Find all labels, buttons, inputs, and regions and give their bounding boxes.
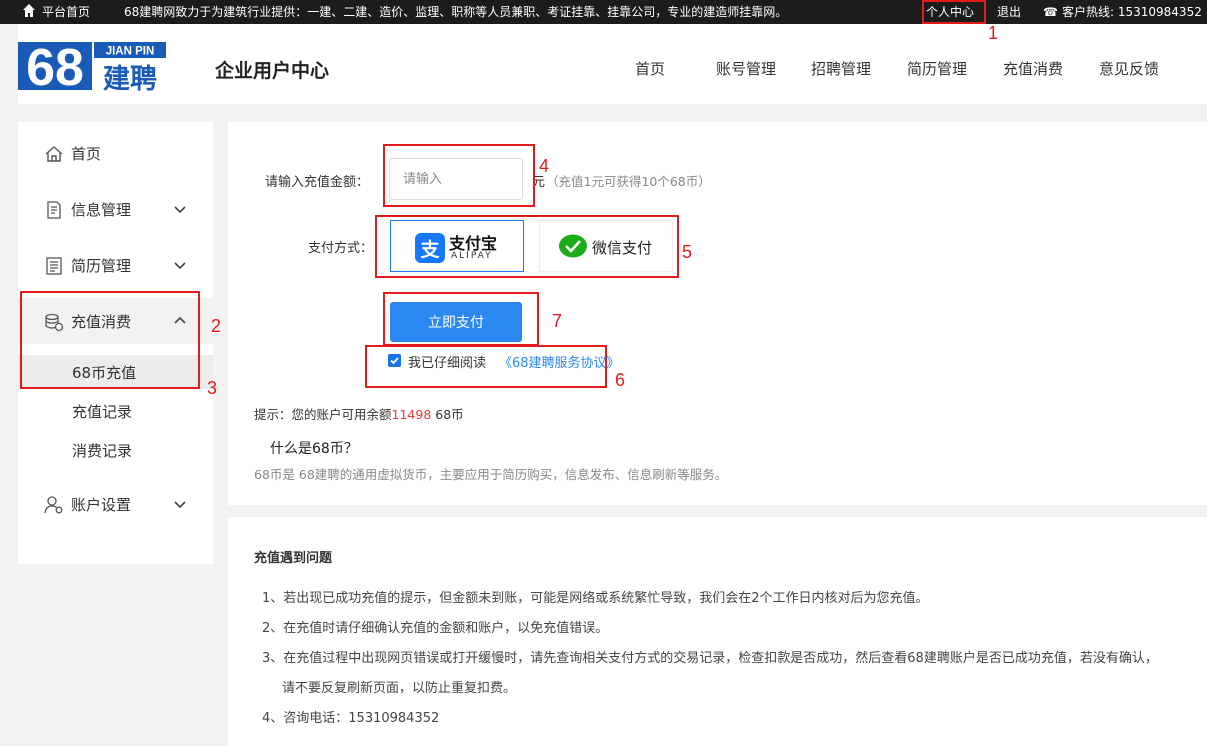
- page-title: 企业用户中心: [215, 60, 330, 82]
- annotation-number-5: 5: [682, 242, 693, 262]
- svg-text:建聘: 建聘: [103, 64, 157, 92]
- nav-resume-management[interactable]: 简历管理: [907, 58, 967, 79]
- recharge-hint: （充值1元可获得10个68币）: [546, 174, 711, 189]
- nav-account-management[interactable]: 账号管理: [716, 58, 776, 79]
- platform-home-link[interactable]: 平台首页: [42, 4, 90, 20]
- pay-now-button[interactable]: 立即支付: [390, 302, 522, 342]
- wechat-pay-label: 微信支付: [592, 239, 653, 257]
- alipay-icon: 支: [415, 233, 445, 263]
- faq-title: 充值遇到问题: [254, 551, 333, 566]
- faq-line: 3、在充值过程中出现网页错误或打开缓慢时，请先查询相关支付方式的交易记录，检查扣…: [262, 651, 1158, 666]
- nav-recruitment-management[interactable]: 招聘管理: [811, 58, 871, 79]
- personal-center-link[interactable]: 个人中心: [926, 4, 974, 20]
- nav-recharge-consumption[interactable]: 充值消费: [1003, 58, 1063, 79]
- wechat-pay-option[interactable]: 微信支付: [539, 220, 673, 272]
- sidebar-item-label: 账户设置: [71, 496, 132, 514]
- sidebar-item-home[interactable]: 首页: [18, 130, 213, 176]
- sidebar-item-resume-management[interactable]: 简历管理: [18, 242, 213, 288]
- sidebar-item-label: 信息管理: [71, 201, 132, 219]
- chevron-down-icon: [174, 206, 186, 214]
- faq-line: 1、若出现已成功充值的提示，但金额未到账，可能是网络或系统繁忙导致，我们会在2个…: [262, 591, 929, 606]
- faq-panel: 充值遇到问题 1、若出现已成功充值的提示，但金额未到账，可能是网络或系统繁忙导致…: [228, 517, 1207, 746]
- annotation-number-4: 4: [539, 156, 550, 176]
- balance-tip: 提示：您的账户可用余额11498 68币: [254, 407, 464, 422]
- service-agreement-link[interactable]: 《68建聘服务协议》: [499, 352, 620, 371]
- balance-value: 11498: [391, 407, 432, 422]
- annotation-number-1: 1: [988, 23, 999, 43]
- agreement-checkbox[interactable]: [388, 354, 401, 367]
- coins-icon: [45, 313, 64, 332]
- svg-text:JIAN PIN: JIAN PIN: [106, 46, 155, 58]
- recharge-panel: 请输入充值金额： 元 （充值1元可获得10个68币） 支付方式： 支 支付宝 A…: [228, 122, 1207, 505]
- sidebar-item-recharge-consumption[interactable]: 充值消费: [18, 298, 213, 344]
- nav-home[interactable]: 首页: [635, 58, 665, 79]
- faq-line: 4、咨询电话：15310984352: [262, 711, 440, 726]
- header: 68 JIAN PIN 建聘 企业用户中心 首页 账号管理 招聘管理 简历管理 …: [18, 24, 1207, 104]
- site-slogan: 68建聘网致力于为建筑行业提供：一建、二建、造价、监理、职称等人员兼职、考证挂靠…: [124, 5, 788, 19]
- amount-label: 请输入充值金额：: [265, 175, 370, 190]
- what-is-68coin-title: 什么是68币？: [270, 441, 358, 457]
- document-icon: [47, 201, 61, 219]
- svg-text:支: 支: [419, 239, 440, 261]
- alipay-option[interactable]: 支 支付宝 ALIPAY: [390, 220, 524, 272]
- sidebar-item-info-management[interactable]: 信息管理: [18, 186, 213, 232]
- svg-text:68: 68: [26, 42, 84, 92]
- chevron-up-icon: [174, 316, 186, 324]
- sidebar-subitem-recharge-records[interactable]: 充值记录: [18, 394, 213, 428]
- phone-icon: ☎: [1043, 5, 1058, 19]
- agreement-text: 我已仔细阅读: [408, 356, 487, 371]
- sidebar-item-account-settings[interactable]: 账户设置: [18, 481, 213, 527]
- logout-link[interactable]: 退出: [997, 4, 1021, 20]
- site-logo[interactable]: 68 JIAN PIN 建聘: [18, 42, 168, 92]
- faq-line: 2、在充值时请仔细确认充值的金额和账户，以免充值错误。: [262, 621, 609, 636]
- pay-method-label: 支付方式：: [308, 241, 374, 256]
- annotation-number-2: 2: [211, 316, 222, 336]
- chevron-down-icon: [174, 501, 186, 509]
- annotation-number-7: 7: [552, 311, 563, 331]
- amount-input[interactable]: [389, 158, 523, 200]
- resume-icon: [46, 257, 62, 275]
- sidebar-subitem-consumption-records[interactable]: 消费记录: [18, 433, 213, 467]
- chevron-down-icon: [174, 262, 186, 270]
- sidebar-item-label: 简历管理: [71, 257, 132, 275]
- hotline-text: 客户热线: 15310984352: [1062, 5, 1202, 19]
- sidebar: 首页 信息管理 简历管理 充值消费 68币充值 充值记录 消费记录 账户设置: [18, 122, 213, 564]
- wechat-pay-icon: [559, 234, 587, 258]
- what-is-68coin-desc: 68币是 68建聘的通用虚拟货币，主要应用于简历购买，信息发布、信息刷新等服务。: [254, 467, 728, 482]
- home-icon: [23, 4, 35, 17]
- sidebar-item-label: 充值消费: [71, 313, 132, 331]
- checkmark-icon: [390, 357, 399, 365]
- sidebar-item-label: 首页: [71, 145, 102, 163]
- annotation-number-6: 6: [615, 370, 626, 390]
- alipay-en-label: ALIPAY: [451, 251, 493, 261]
- annotation-number-3: 3: [207, 378, 218, 398]
- faq-line: 请不要反复刷新页面，以防止重复扣费。: [282, 681, 517, 696]
- nav-feedback[interactable]: 意见反馈: [1099, 58, 1159, 79]
- user-settings-icon: [44, 496, 63, 514]
- home-icon: [45, 146, 63, 162]
- sidebar-subitem-68coin-recharge[interactable]: 68币充值: [18, 355, 213, 389]
- top-bar: 平台首页 68建聘网致力于为建筑行业提供：一建、二建、造价、监理、职称等人员兼职…: [0, 0, 1207, 24]
